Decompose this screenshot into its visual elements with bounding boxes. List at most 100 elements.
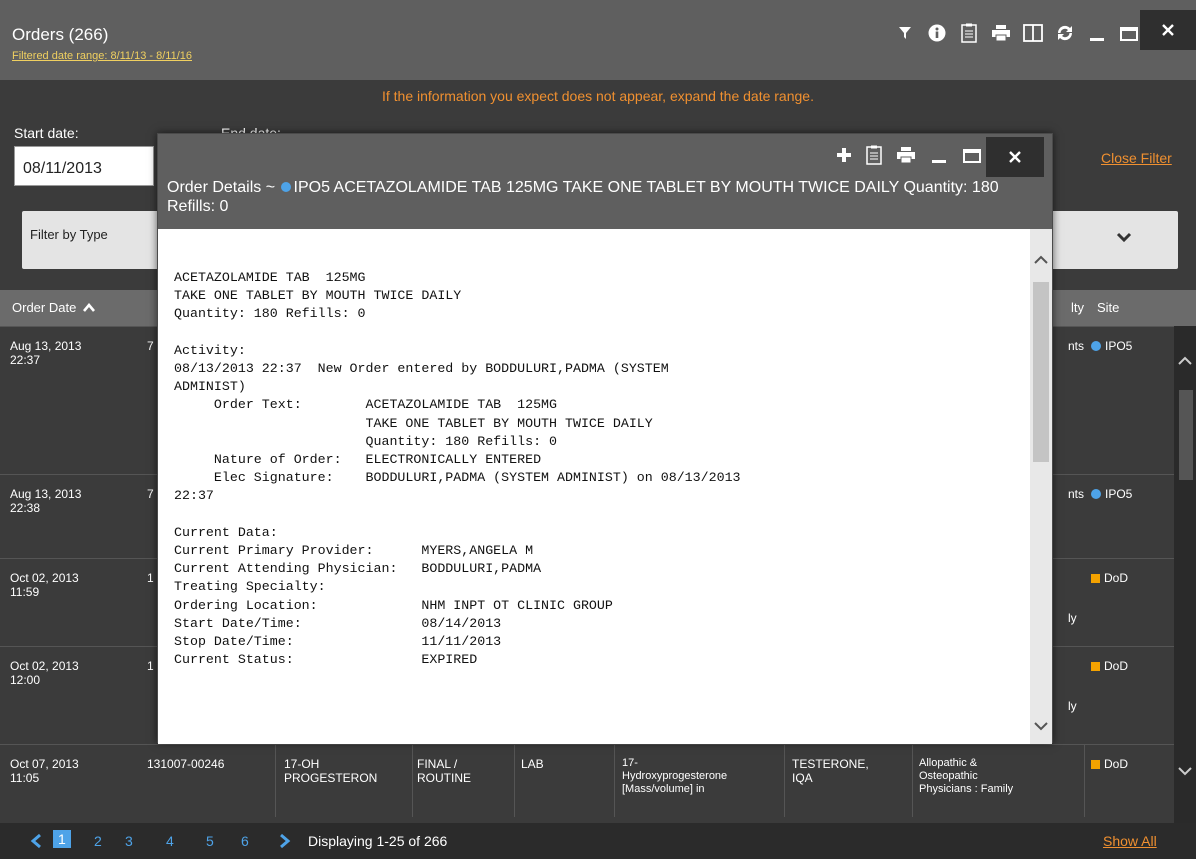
row-specialty: nts [1068,487,1085,501]
row-site: IPO5 [1091,487,1132,501]
row-site-label: IPO5 [1105,487,1133,501]
row-site-label: DoD [1104,757,1129,771]
site-status-dot [1091,341,1101,351]
dialog-scrollbar[interactable] [1030,229,1052,744]
row-order-date: Aug 13, 2013 22:37 [10,339,82,367]
info-icon[interactable] [926,22,948,44]
row-status: FINAL / ROUTINE [417,757,471,785]
chevron-down-icon[interactable] [1178,766,1192,776]
column-divider [412,745,413,817]
row-site: IPO5 [1091,339,1132,353]
row-order-id: 1 [147,571,154,585]
clipboard-icon[interactable] [866,145,882,165]
plus-icon[interactable] [836,147,852,163]
dialog-title-prefix: Order Details ~ [167,179,276,196]
page-2-button[interactable]: 2 [94,833,102,849]
filter-icon[interactable] [894,22,916,44]
row-site: DoD [1091,571,1128,585]
row-loinc: 17- Hydroxyprogesterone [Mass/volume] in [622,757,728,795]
column-header-order-date[interactable]: Order Date [12,300,95,315]
site-status-square [1091,759,1100,769]
start-date-label: Start date: [14,125,79,141]
dialog-title-order: IPO5 ACETAZOLAMIDE TAB 125MG TAKE ONE TA… [167,179,999,215]
chevron-right-icon[interactable] [279,833,291,849]
row-specialty: ly [1068,611,1077,625]
row-site-label: IPO5 [1105,339,1133,353]
titlebar-toolbar [894,22,1140,44]
chevron-left-icon[interactable] [30,833,42,849]
minimize-icon[interactable] [930,146,948,164]
chevron-down-icon [1116,232,1132,243]
row-order-date: Oct 07, 2013 11:05 [10,757,79,785]
dialog-title: Order Details ~ IPO5 ACETAZOLAMIDE TAB 1… [167,178,1027,216]
row-order-id: 1 [147,659,154,673]
window-titlebar: Orders (266) Filtered date range: 8/11/1… [0,0,1196,80]
column-divider [1084,745,1085,817]
maximize-icon[interactable] [962,146,982,164]
order-date-header-label: Order Date [12,300,77,315]
chevron-up-icon[interactable] [1178,356,1192,366]
table-scrollbar-thumb[interactable] [1179,390,1193,480]
row-specialty: Allopathic & Osteopathic Physicians : Fa… [919,757,1014,795]
row-type: LAB [521,757,544,771]
page-3-button[interactable]: 3 [125,833,133,849]
chevron-down-icon[interactable] [1034,721,1048,731]
date-range-notice: If the information you expect does not a… [382,88,814,104]
start-date-input[interactable]: 08/11/2013 [14,146,154,186]
site-status-dot [1091,489,1101,499]
row-specialty: ly [1068,699,1077,713]
print-icon[interactable] [896,146,916,164]
site-status-dot [280,182,291,192]
filter-dropdown[interactable] [1046,211,1178,269]
chevron-up-icon[interactable] [1034,255,1048,265]
table-scrollbar[interactable] [1174,326,1196,823]
close-filter-link[interactable]: Close Filter [1101,150,1172,166]
row-site-label: DoD [1104,571,1129,585]
columns-icon[interactable] [1022,22,1044,44]
row-order-date: Oct 02, 2013 11:59 [10,571,79,599]
row-order-id: 7 [147,339,154,353]
table-row[interactable]: Oct 07, 2013 11:05 131007-00246 17-OH PR… [0,744,1174,823]
column-header-specialty[interactable]: lty [1071,300,1084,315]
column-divider [275,745,276,817]
row-site: DoD [1091,659,1128,673]
filtered-date-range-link[interactable]: Filtered date range: 8/11/13 - 8/11/16 [12,50,192,62]
display-count: Displaying 1-25 of 266 [308,833,448,849]
row-order-id: 131007-00246 [147,757,225,771]
orders-window: Orders (266) Filtered date range: 8/11/1… [0,0,1196,859]
close-icon [1009,151,1021,163]
page-1-button[interactable]: 1 [53,830,71,848]
row-test-name: 17-OH PROGESTERON [284,757,378,785]
column-divider [514,745,515,817]
row-specialty: nts [1068,339,1085,353]
row-order-date: Aug 13, 2013 22:38 [10,487,82,515]
order-details-dialog: Order Details ~ IPO5 ACETAZOLAMIDE TAB 1… [157,133,1053,744]
show-all-link[interactable]: Show All [1103,833,1157,849]
sort-up-icon [82,302,95,312]
close-dialog-button[interactable] [986,137,1044,177]
column-divider [614,745,615,817]
close-window-button[interactable] [1140,10,1196,50]
page-5-button[interactable]: 5 [206,833,214,849]
window-title: Orders (266) [12,25,109,44]
row-site-label: DoD [1104,659,1129,673]
maximize-icon[interactable] [1118,22,1140,44]
clipboard-icon[interactable] [958,22,980,44]
column-divider [912,745,913,817]
row-provider: TESTERONE, IQA [792,757,869,785]
dialog-toolbar [836,145,982,165]
page-6-button[interactable]: 6 [241,833,249,849]
close-icon [1162,24,1174,36]
refresh-icon[interactable] [1054,22,1076,44]
column-header-site[interactable]: Site [1097,300,1119,315]
row-order-id: 7 [147,487,154,501]
column-divider [784,745,785,817]
order-details-content: ACETAZOLAMIDE TAB 125MG TAKE ONE TABLET … [158,229,1030,744]
site-status-square [1091,573,1100,583]
minimize-icon[interactable] [1086,22,1108,44]
order-details-text: ACETAZOLAMIDE TAB 125MG TAKE ONE TABLET … [174,270,741,668]
page-4-button[interactable]: 4 [166,833,174,849]
filter-by-type-select[interactable]: Filter by Type [22,211,162,269]
dialog-scrollbar-thumb[interactable] [1033,282,1049,462]
print-icon[interactable] [990,22,1012,44]
